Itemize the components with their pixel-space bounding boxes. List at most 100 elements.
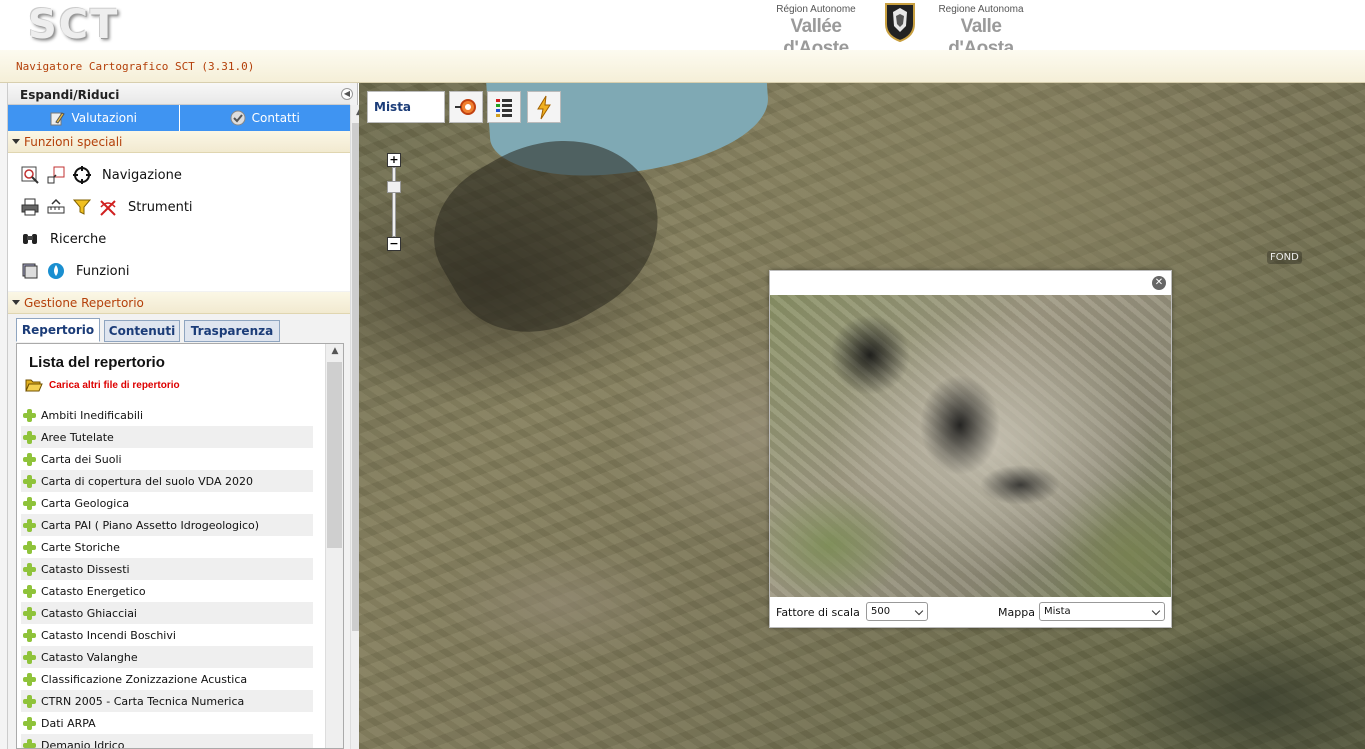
expand-collapse-label: Espandi/Riduci (20, 88, 120, 102)
section-funzioni-speciali-label: Funzioni speciali (24, 135, 123, 149)
water-drop-icon[interactable] (46, 261, 66, 281)
zoom-slider-track[interactable] (392, 167, 396, 237)
plus-icon[interactable] (23, 628, 36, 642)
funzioni-speciali-panel: Navigazione Strumenti Ricerche Funzioni (8, 153, 350, 291)
folder-open-icon (25, 379, 43, 392)
section-gestione-repertorio[interactable]: Gestione Repertorio (8, 292, 350, 314)
popup-footer: Fattore di scala 500 Mappa Mista (770, 597, 1171, 627)
navigazione-label: Navigazione (102, 167, 182, 183)
list-item[interactable]: Aree Tutelate (21, 426, 313, 448)
zoom-in-button[interactable]: + (387, 153, 401, 167)
plus-icon[interactable] (23, 540, 36, 554)
list-item[interactable]: Catasto Energetico (21, 580, 313, 602)
list-item-label: Catasto Incendi Boschivi (41, 628, 176, 642)
checkmark-icon (230, 110, 246, 126)
plus-icon[interactable] (23, 694, 36, 708)
map-place-label: FOND (1267, 251, 1302, 264)
tab-trasparenza[interactable]: Trasparenza (184, 320, 280, 342)
popup-header[interactable]: ✕ (770, 271, 1171, 295)
list-item[interactable]: Demanio Idrico (21, 734, 313, 748)
zoom-out-button[interactable]: − (387, 237, 401, 251)
list-item[interactable]: Classificazione Zonizzazione Acustica (21, 668, 313, 690)
plus-icon[interactable] (23, 518, 36, 532)
binoculars-icon[interactable] (20, 229, 40, 249)
legend-button[interactable] (487, 91, 521, 123)
header: SCT Région Autonome Vallée d'Aoste Regio… (0, 0, 1365, 59)
list-item[interactable]: Catasto Dissesti (21, 558, 313, 580)
list-item-label: Catasto Dissesti (41, 562, 130, 576)
filter-icon[interactable] (72, 197, 92, 217)
collapse-icon[interactable]: ◀ (341, 88, 353, 100)
layers-icon[interactable] (20, 261, 40, 281)
list-item[interactable]: Ambiti Inedificabili (21, 404, 313, 426)
side-panel-header[interactable]: Espandi/Riduci (8, 83, 350, 105)
section-funzioni-speciali[interactable]: Funzioni speciali (8, 131, 350, 153)
clear-icon[interactable] (98, 197, 118, 217)
plus-icon[interactable] (23, 584, 36, 598)
load-repertorio-link[interactable]: Carica altri file di repertorio (25, 378, 180, 392)
crosshair-icon[interactable] (72, 165, 92, 185)
measure-icon[interactable] (46, 197, 66, 217)
row-navigazione: Navigazione (20, 163, 182, 187)
zoom-slider-thumb[interactable] (387, 181, 401, 193)
scale-factor-select[interactable]: 500 (866, 602, 928, 621)
plus-icon[interactable] (23, 606, 36, 620)
list-item-label: CTRN 2005 - Carta Tecnica Numerica (41, 694, 245, 708)
print-icon[interactable] (20, 197, 40, 217)
list-item[interactable]: CTRN 2005 - Carta Tecnica Numerica (21, 690, 313, 712)
pencil-icon (50, 112, 66, 126)
list-item-label: Classificazione Zonizzazione Acustica (41, 672, 248, 686)
plus-icon[interactable] (23, 452, 36, 466)
list-item[interactable]: Carta di copertura del suolo VDA 2020 (21, 470, 313, 492)
plus-icon[interactable] (23, 496, 36, 510)
tab-valutazioni[interactable]: Valutazioni (8, 105, 180, 131)
plus-icon[interactable] (23, 738, 36, 748)
list-item[interactable]: Carta PAI ( Piano Assetto Idrogeologico) (21, 514, 313, 536)
scroll-up-icon[interactable]: ▲ (328, 346, 342, 360)
list-item[interactable]: Catasto Valanghe (21, 646, 313, 668)
plus-icon[interactable] (23, 672, 36, 686)
row-funzioni: Funzioni (20, 259, 130, 283)
load-repertorio-label: Carica altri file di repertorio (49, 379, 180, 391)
list-item[interactable]: Catasto Ghiacciai (21, 602, 313, 624)
plus-icon[interactable] (23, 474, 36, 488)
plus-icon[interactable] (23, 430, 36, 444)
row-strumenti: Strumenti (20, 195, 193, 219)
plus-icon[interactable] (23, 716, 36, 730)
plus-icon[interactable] (23, 408, 36, 422)
repertorio-title: Lista del repertorio (29, 354, 165, 371)
repertorio-scrollbar[interactable]: ▲ (325, 344, 343, 748)
list-item[interactable]: Catasto Incendi Boschivi (21, 624, 313, 646)
locate-button[interactable] (449, 91, 483, 123)
close-icon[interactable]: ✕ (1152, 276, 1166, 290)
magnifier-popup: ✕ Fattore di scala 500 Mappa Mista (769, 270, 1172, 628)
target-icon (455, 99, 476, 115)
tab-repertorio[interactable]: Repertorio (16, 318, 100, 342)
list-item[interactable]: Dati ARPA (21, 712, 313, 734)
list-item[interactable]: Carta dei Suoli (21, 448, 313, 470)
side-panel: Espandi/Riduci ◀ Valutazioni Contatti Fu… (8, 83, 367, 749)
list-item-label: Catasto Energetico (41, 584, 146, 598)
map-view[interactable]: Mista + − FOND ✕ Fattore di scala 500 Ma… (359, 83, 1365, 749)
tab-contatti[interactable]: Contatti (180, 105, 351, 131)
tab-contenuti[interactable]: Contenuti (104, 320, 180, 342)
ricerche-label: Ricerche (50, 231, 107, 247)
list-icon (496, 99, 512, 117)
zoom-extent-icon[interactable] (46, 165, 66, 185)
app-title: Navigatore Cartografico SCT (3.31.0) (16, 60, 255, 73)
tab-contatti-label: Contatti (251, 111, 300, 125)
plus-icon[interactable] (23, 562, 36, 576)
list-item[interactable]: Carte Storiche (21, 536, 313, 558)
scale-factor-value: 500 (871, 606, 891, 617)
plus-icon[interactable] (23, 650, 36, 664)
list-item[interactable]: Carta Geologica (21, 492, 313, 514)
list-item-label: Carta dei Suoli (41, 452, 122, 466)
list-item-label: Carta di copertura del suolo VDA 2020 (41, 474, 253, 488)
map-type-value: Mista (1044, 606, 1071, 617)
strumenti-label: Strumenti (128, 199, 193, 215)
zoom-box-icon[interactable] (20, 165, 40, 185)
repertorio-scroll-thumb[interactable] (327, 362, 342, 548)
basemap-selector[interactable]: Mista (367, 91, 445, 123)
quick-action-button[interactable] (527, 91, 561, 123)
map-type-select[interactable]: Mista (1039, 602, 1165, 621)
